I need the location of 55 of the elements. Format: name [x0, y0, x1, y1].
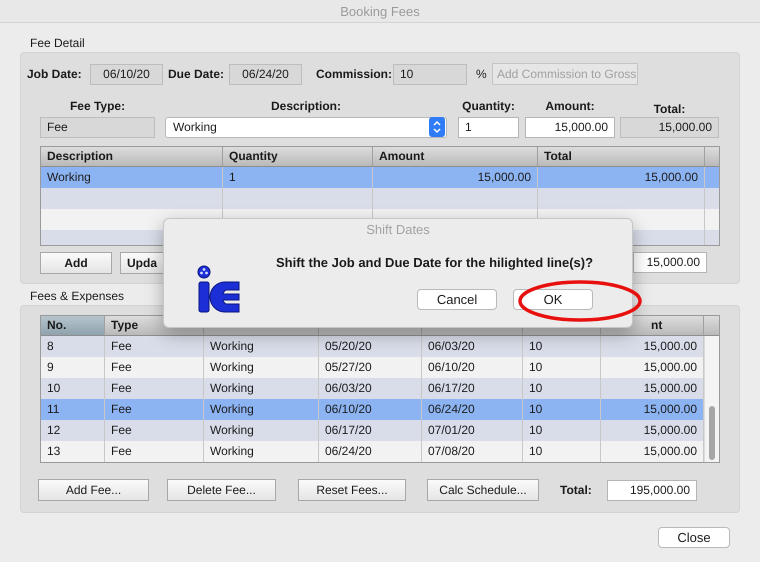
field-label: Total:	[652, 102, 686, 116]
table-cell: Working	[204, 441, 319, 462]
dialog-title: Shift Dates	[365, 221, 431, 239]
group-label: Fee Detail	[30, 36, 85, 51]
field-label: Quantity:	[461, 99, 516, 113]
field-label: Total:	[560, 483, 593, 497]
amount-field[interactable]: 15,000.00	[525, 116, 615, 138]
total-field[interactable]: 195,000.00	[607, 480, 697, 500]
column-header[interactable]: No.	[41, 316, 105, 335]
dialog-button[interactable]: OK	[513, 289, 594, 310]
table-row[interactable]: Working 1 15,000.00 15,000.00	[41, 167, 719, 188]
total-field[interactable]: 15,000.00	[620, 116, 719, 138]
table-row[interactable]: 8 Fee Working 05/20/20 06/03/20 10 15,000.00	[41, 336, 704, 357]
add-button[interactable]: Add	[40, 252, 112, 274]
table-cell: 07/08/20	[422, 441, 523, 462]
group-label: Fees & Expenses	[30, 289, 124, 304]
field-label: Amount:	[544, 99, 596, 113]
value-field[interactable]: 15,000.00	[633, 252, 707, 273]
column-header[interactable]: Amount	[373, 147, 538, 166]
table-cell: Fee	[105, 441, 204, 462]
table-row[interactable]: 9 Fee Working 05/27/20 06/10/20 10 15,000.00	[41, 357, 704, 378]
stepper-icon	[429, 117, 445, 137]
field-label: Job Date:	[27, 67, 83, 81]
table-row[interactable]: 11 Fee Working 06/10/20 06/24/20 10 15,000.00	[41, 399, 704, 420]
commission-field[interactable]: 10	[393, 64, 467, 84]
scrollbar-thumb[interactable]	[709, 406, 715, 460]
table-cell: 13	[41, 441, 105, 462]
dialog-message: Shift the Job and Due Date for the hilighted line(s)?	[276, 255, 594, 270]
action-button[interactable]: Delete Fee...	[167, 479, 276, 501]
column-header[interactable]: Description	[41, 147, 223, 166]
description-dropdown[interactable]: Working	[165, 116, 447, 138]
app-logo-icon	[195, 265, 241, 313]
field-label: Due Date:	[168, 67, 226, 81]
column-header[interactable]: Quantity	[223, 147, 373, 166]
field-label: Fee Type:	[68, 99, 126, 113]
column-header[interactable]: Total	[538, 147, 705, 166]
table-cell: 10	[523, 441, 601, 462]
table-row[interactable]: 12 Fee Working 06/17/20 07/01/20 10 15,000.00	[41, 420, 704, 441]
percent-label: %	[476, 67, 488, 81]
quantity-field[interactable]: 1	[458, 116, 519, 138]
job-date-field[interactable]: 06/10/20	[90, 64, 163, 84]
table-row[interactable]: 10 Fee Working 06/03/20 06/17/20 10 15,000.00	[41, 378, 704, 399]
table-row[interactable]: 13 Fee Working 06/24/20 07/08/20 10 15,000.00	[41, 441, 704, 462]
action-button[interactable]: Add Fee...	[38, 479, 149, 501]
field-label: Commission:	[316, 67, 393, 81]
field-label: Description:	[270, 99, 342, 113]
action-button[interactable]: Calc Schedule...	[427, 479, 539, 501]
close-button[interactable]: Close	[658, 527, 730, 548]
window-title: Booking Fees	[340, 4, 420, 18]
table-cell: 06/24/20	[319, 441, 422, 462]
due-date-field[interactable]: 06/24/20	[229, 64, 302, 84]
action-button[interactable]: Reset Fees...	[298, 479, 406, 501]
scrollbar[interactable]	[704, 336, 719, 462]
fee-type-field[interactable]: Fee	[40, 116, 155, 138]
dialog-button[interactable]: Cancel	[417, 289, 498, 310]
